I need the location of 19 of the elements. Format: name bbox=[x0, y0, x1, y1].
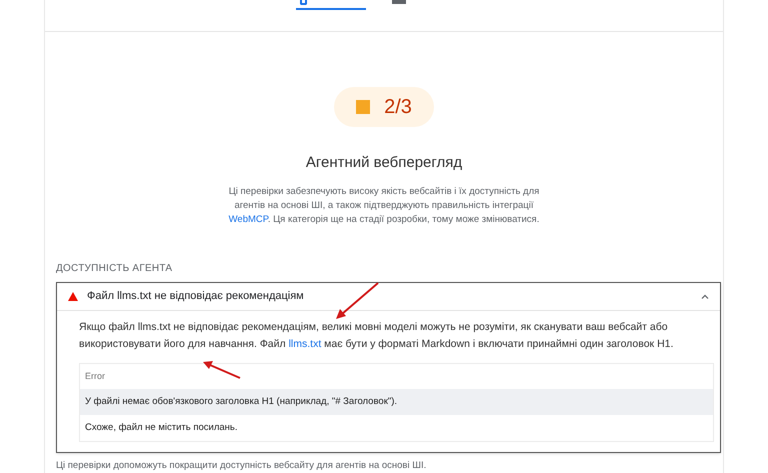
audit-title: Файл llms.txt не відповідає рекомендаціям bbox=[87, 289, 305, 304]
arrow-annotation bbox=[336, 282, 379, 319]
chevron-icon bbox=[701, 294, 709, 299]
table-row: У файлі немає обов'язкового заголовка H1 (наприклад, "# Заголовок"). bbox=[80, 388, 713, 415]
tab[interactable] bbox=[296, 0, 366, 10]
arrow-annotation bbox=[203, 361, 240, 379]
category-description: Ці перевірки забезпечують високу якість вебсайтів і їх доступність для агентів на основі ШІ, а також підтверджують правильність інтеграції WebMCP. Ця категорія ще на стадії розробки, тому може змінюватися. bbox=[228, 184, 540, 227]
tab-icon bbox=[300, 0, 307, 5]
category-title: Агентний вебперегляд bbox=[304, 153, 464, 174]
footer-note: Ці перевірки допоможуть покращити доступність вебсайту для агентів на основі ШІ. bbox=[56, 458, 428, 473]
warning-triangle-icon bbox=[68, 292, 78, 301]
score-value: 2/3 bbox=[384, 95, 412, 120]
audit-header[interactable]: Файл llms.txt не відповідає рекомендаціям bbox=[57, 282, 720, 311]
tab-icon bbox=[392, 0, 406, 4]
llms-link[interactable]: llms.txt bbox=[288, 338, 322, 350]
table-header: Error bbox=[85, 370, 105, 382]
audit-description: Якщо файл llms.txt не відповідає рекомендаціям, великі мовні моделі можуть не розуміти, як сканувати ваш вебсайт або використовувати його для навчання. Файл llms.txt має бути у форматі Markdown і включати принаймні один заголовок H1. bbox=[79, 320, 674, 352]
section-label: ДОСТУПНІСТЬ АГЕНТА bbox=[56, 262, 174, 276]
webmcp-link[interactable]: WebMCP bbox=[228, 214, 268, 225]
